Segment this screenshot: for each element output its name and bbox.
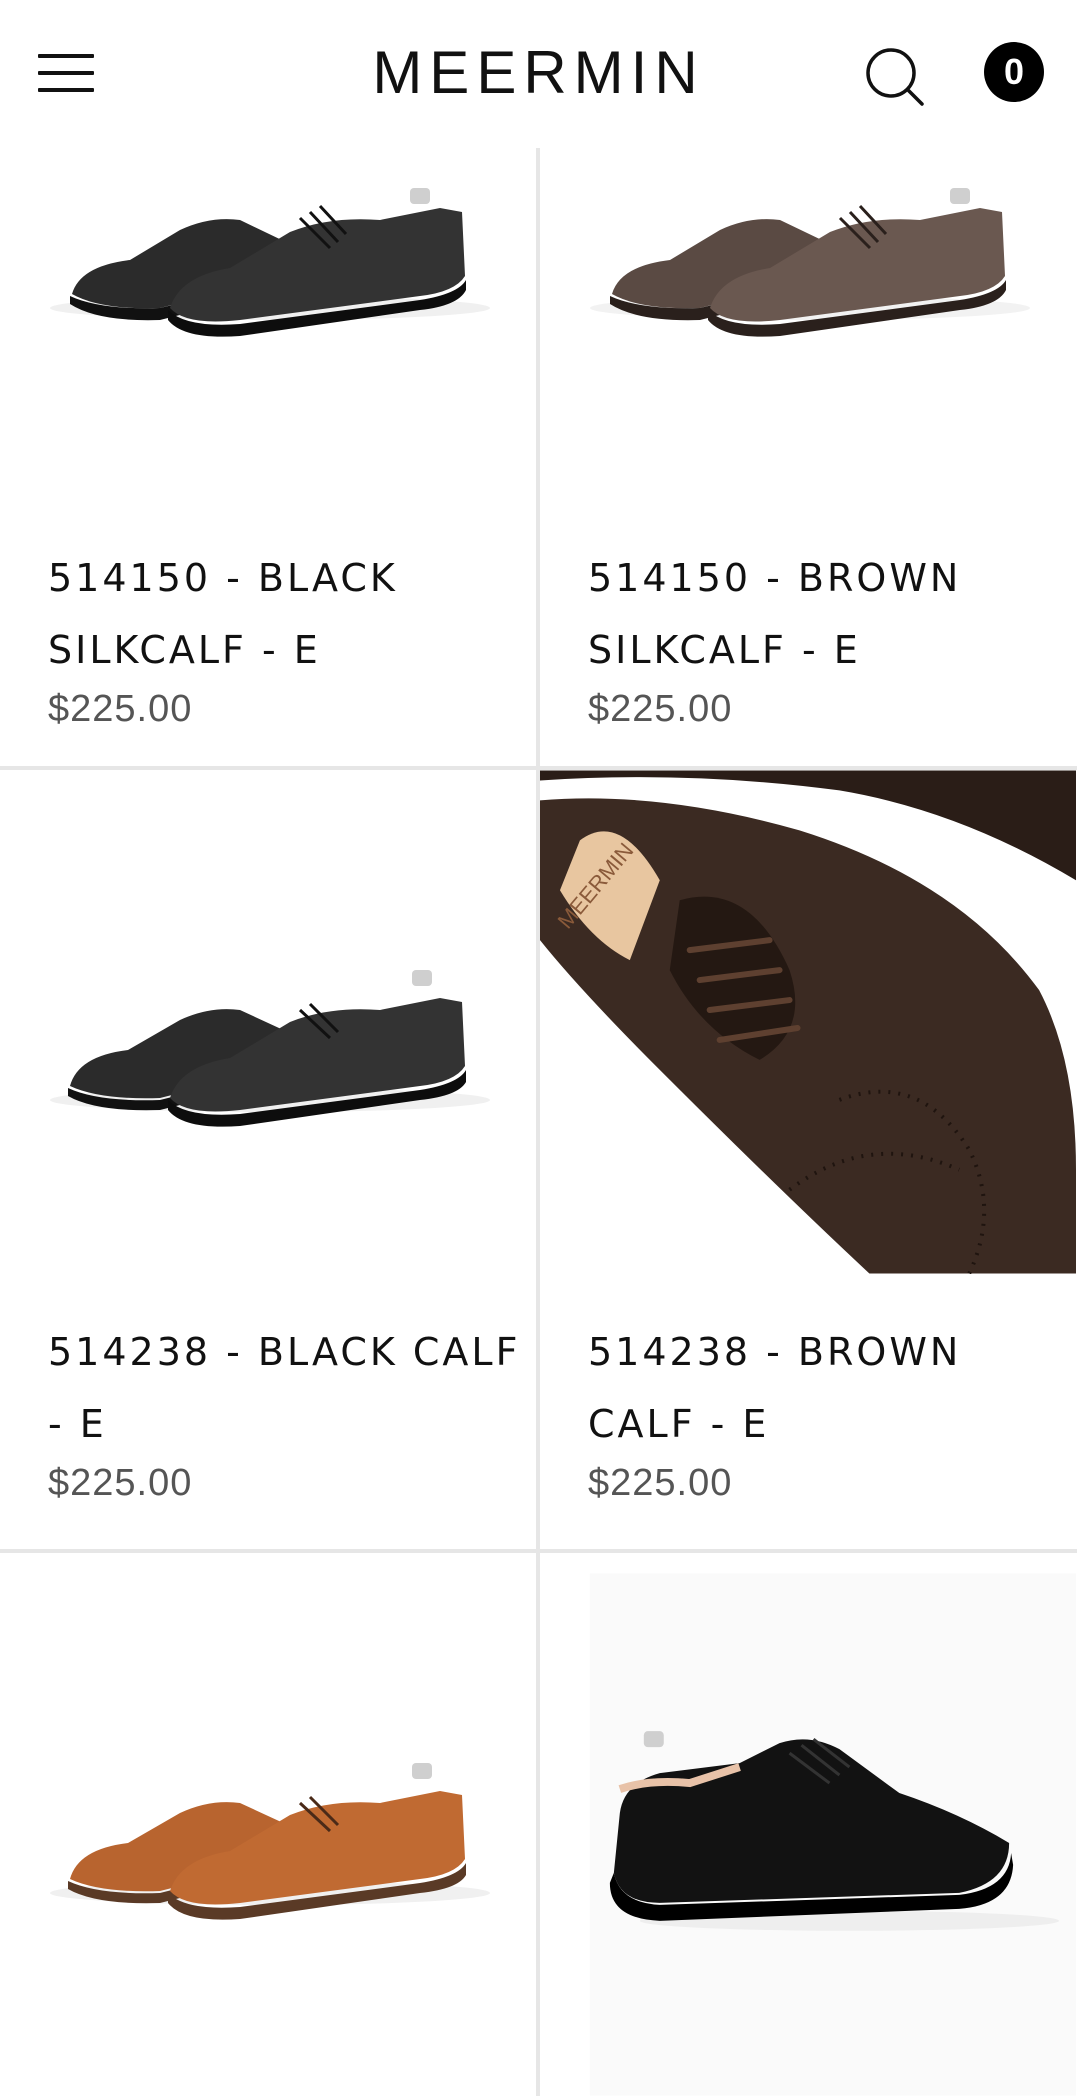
product-card[interactable]: 514150 - BLACK SILKCALF - E $225.00: [0, 148, 536, 766]
product-price: $225.00: [588, 688, 733, 730]
brown-oxford-pair-image: [590, 188, 1030, 337]
product-price: $225.00: [48, 1462, 193, 1504]
product-title[interactable]: 514150 - BLACK SILKCALF - E: [48, 542, 528, 686]
cart-count: 0: [1003, 51, 1025, 92]
search-icon[interactable]: [864, 46, 926, 108]
product-title[interactable]: 514150 - BROWN SILKCALF - E: [588, 542, 1068, 686]
tan-brogue-pair-image: [50, 1763, 490, 1920]
product-price: $225.00: [588, 1462, 733, 1504]
product-card[interactable]: 514238 - BLACK CALF - E $225.00: [0, 770, 536, 1549]
product-title[interactable]: 514238 - BROWN CALF - E: [588, 1316, 1068, 1460]
product-card[interactable]: [540, 1553, 1076, 2096]
product-title[interactable]: 514238 - BLACK CALF - E: [48, 1316, 528, 1460]
black-oxford-pair-image: [50, 188, 490, 337]
site-header: MEERMIN 0: [0, 0, 1077, 148]
black-oxford-single-image: [589, 1573, 1076, 2096]
brown-brogue-closeup-image: MEERMIN: [540, 770, 1076, 1274]
product-card[interactable]: MEERMIN 514238 - BROWN CALF - E $225.00: [540, 770, 1076, 1549]
product-card[interactable]: 514150 - BROWN SILKCALF - E $225.00: [540, 148, 1076, 766]
black-brogue-pair-image: [50, 970, 490, 1127]
product-price: $225.00: [48, 688, 193, 730]
product-card[interactable]: [0, 1553, 536, 2096]
cart-button[interactable]: 0: [984, 42, 1044, 102]
